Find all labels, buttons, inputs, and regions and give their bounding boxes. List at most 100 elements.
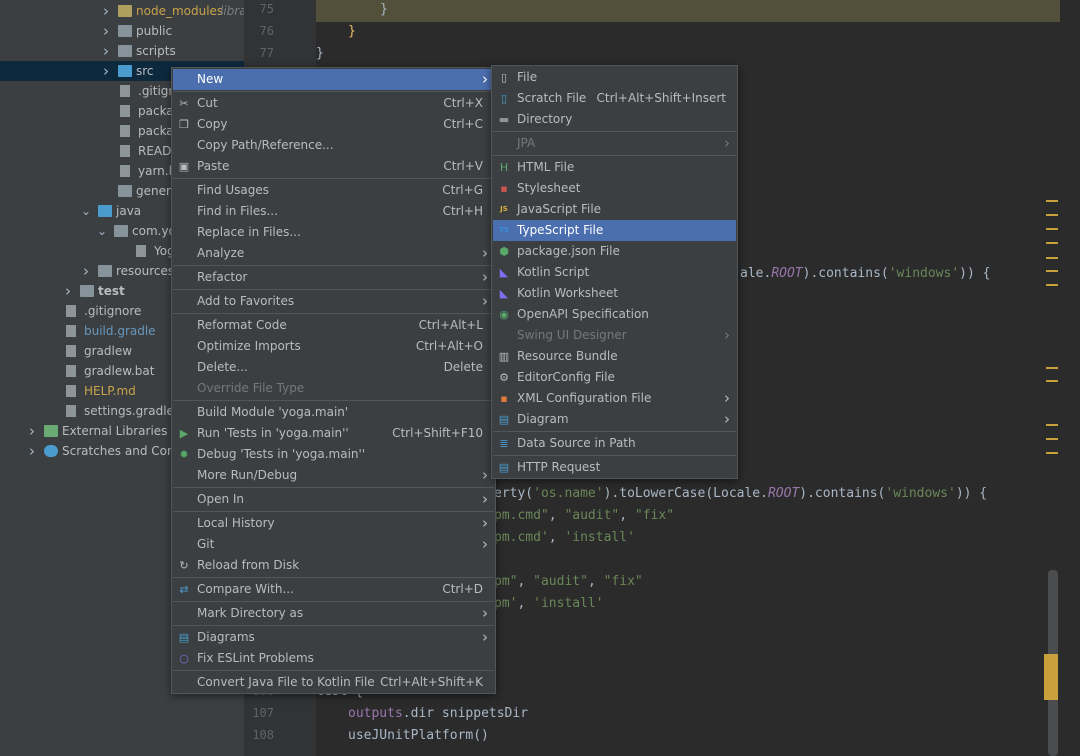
code-token: pm.cmd" — [494, 508, 549, 523]
context-menu-item-convert-java-file-to-kotlin-file[interactable]: Convert Java File to Kotlin File Ctrl+Alt… — [173, 672, 494, 693]
code-token: "fix" — [603, 574, 643, 589]
scroll-marker[interactable] — [1046, 452, 1058, 454]
context-menu-item-git[interactable]: Git › — [173, 534, 494, 555]
scroll-marker[interactable] — [1046, 257, 1058, 259]
context-menu-item-find-in-files[interactable]: Find in Files... Ctrl+H — [173, 201, 494, 222]
context-menu-item-compare-with[interactable]: ⇄ Compare With... Ctrl+D — [173, 579, 494, 600]
folder-icon — [118, 25, 132, 37]
tree-item-label: node_modules — [136, 4, 224, 18]
menu-item-label: Diagram — [517, 412, 569, 426]
new-submenu-item-typescript-file[interactable]: TS TypeScript File — [493, 220, 736, 241]
scroll-marker[interactable] — [1046, 284, 1058, 286]
new-submenu-item-editorconfig-file[interactable]: ⚙ EditorConfig File — [493, 367, 736, 388]
chevron-right-icon[interactable]: › — [62, 281, 74, 301]
context-menu-item-add-to-favorites[interactable]: Add to Favorites › — [173, 291, 494, 312]
chevron-down-icon[interactable]: ⌄ — [96, 221, 108, 241]
chevron-right-icon[interactable]: › — [100, 21, 112, 41]
submenu-arrow-icon: › — [724, 134, 730, 152]
scratches-icon — [44, 445, 58, 457]
context-menu-item-diagrams[interactable]: ▤ Diagrams › — [173, 627, 494, 648]
chevron-right-icon[interactable]: › — [26, 421, 38, 441]
chevron-right-icon[interactable]: › — [100, 41, 112, 61]
context-menu-item-copy-path-reference[interactable]: Copy Path/Reference... — [173, 135, 494, 156]
context-menu-item-replace-in-files[interactable]: Replace in Files... — [173, 222, 494, 243]
context-menu-item-copy[interactable]: ❐ Copy Ctrl+C — [173, 114, 494, 135]
new-submenu-item-kotlin-script[interactable]: ◣ Kotlin Script — [493, 262, 736, 283]
scroll-marker[interactable] — [1046, 438, 1058, 440]
scroll-marker[interactable] — [1046, 228, 1058, 230]
context-menu-item-fix-eslint-problems[interactable]: ○ Fix ESLint Problems — [173, 648, 494, 669]
menu-item-label: OpenAPI Specification — [517, 307, 649, 321]
new-submenu-item-data-source-in-path[interactable]: ≣ Data Source in Path — [493, 433, 736, 454]
menu-separator — [173, 577, 494, 578]
new-submenu-item-openapi-specification[interactable]: ◉ OpenAPI Specification — [493, 304, 736, 325]
context-menu-item-paste[interactable]: ▣ Paste Ctrl+V — [173, 156, 494, 177]
html-file-icon: H — [499, 161, 509, 174]
chevron-right-icon[interactable]: › — [100, 61, 112, 81]
chevron-right-icon[interactable]: › — [26, 441, 38, 461]
menu-item-shortcut: Ctrl+Alt+Shift+K — [380, 675, 483, 689]
menu-item-shortcut: Ctrl+G — [442, 183, 483, 197]
new-submenu-item-xml-configuration-file[interactable]: ▪ XML Configuration File › — [493, 388, 736, 409]
context-menu-item-cut[interactable]: ✂ Cut Ctrl+X — [173, 93, 494, 114]
folder-icon — [118, 185, 132, 197]
context-menu-item-local-history[interactable]: Local History › — [173, 513, 494, 534]
reload-icon: ↻ — [179, 559, 189, 572]
new-submenu-item-stylesheet[interactable]: ▪ Stylesheet — [493, 178, 736, 199]
file-icon — [66, 405, 76, 417]
new-submenu-item-http-request[interactable]: ▤ HTTP Request — [493, 457, 736, 478]
chevron-right-icon[interactable]: › — [80, 261, 92, 281]
scroll-marker[interactable] — [1046, 242, 1058, 244]
code-token: 'windows' — [885, 486, 956, 501]
new-submenu-item-diagram[interactable]: ▤ Diagram › — [493, 409, 736, 430]
menu-separator — [173, 400, 494, 401]
context-menu-item-mark-directory-as[interactable]: Mark Directory as › — [173, 603, 494, 624]
menu-item-shortcut: Ctrl+V — [443, 159, 483, 173]
new-submenu-item-file[interactable]: ▯ File — [493, 67, 736, 88]
context-menu-item-new[interactable]: New › — [173, 69, 494, 90]
scroll-marker[interactable] — [1046, 367, 1058, 369]
context-menu-item-optimize-imports[interactable]: Optimize Imports Ctrl+Alt+O — [173, 336, 494, 357]
context-menu-item-analyze[interactable]: Analyze › — [173, 243, 494, 264]
chevron-right-icon[interactable]: › — [100, 1, 112, 21]
tree-item-label: Scratches and Cons — [62, 444, 181, 458]
submenu-arrow-icon: › — [482, 514, 488, 532]
scroll-marker[interactable] — [1046, 380, 1058, 382]
menu-item-label: Replace in Files... — [197, 225, 301, 239]
context-menu-item-refactor[interactable]: Refactor › — [173, 267, 494, 288]
new-submenu-item-package-json-file[interactable]: ⬢ package.json File — [493, 241, 736, 262]
context-menu-item-open-in[interactable]: Open In › — [173, 489, 494, 510]
menu-item-label: Convert Java File to Kotlin File — [197, 675, 375, 689]
new-submenu-item-directory[interactable]: ▬ Directory — [493, 109, 736, 130]
context-menu-item-reformat-code[interactable]: Reformat Code Ctrl+Alt+L — [173, 315, 494, 336]
tree-item[interactable]: › node_moduleslibrary root — [0, 1, 244, 21]
scroll-marker[interactable] — [1046, 270, 1058, 272]
new-submenu-item-html-file[interactable]: H HTML File — [493, 157, 736, 178]
context-menu-item-debug-tests-in-yoga-main[interactable]: ✹ Debug 'Tests in 'yoga.main'' — [173, 444, 494, 465]
scroll-marker[interactable] — [1046, 200, 1058, 202]
scroll-marker[interactable] — [1044, 654, 1058, 700]
context-menu-item-delete[interactable]: Delete... Delete — [173, 357, 494, 378]
excluded-folder-icon — [118, 5, 132, 17]
scroll-marker[interactable] — [1046, 424, 1058, 426]
menu-separator — [173, 313, 494, 314]
context-menu-item-build-module-yoga-main[interactable]: Build Module 'yoga.main' — [173, 402, 494, 423]
scroll-marker[interactable] — [1046, 214, 1058, 216]
new-submenu-item-javascript-file[interactable]: JS JavaScript File — [493, 199, 736, 220]
context-menu-item-reload-from-disk[interactable]: ↻ Reload from Disk — [173, 555, 494, 576]
menu-item-shortcut: Ctrl+Alt+Shift+Insert — [596, 91, 726, 105]
code-token: ROOT — [767, 486, 800, 501]
tree-item[interactable]: › scripts — [0, 41, 244, 61]
context-menu-item-find-usages[interactable]: Find Usages Ctrl+G — [173, 180, 494, 201]
context-menu-item-run-tests-in-yoga-main[interactable]: ▶ Run 'Tests in 'yoga.main'' Ctrl+Shift+F1… — [173, 423, 494, 444]
tree-item-label: public — [136, 24, 173, 38]
xml-file-icon: ▪ — [500, 392, 508, 405]
code-token: 'install' — [533, 596, 604, 611]
chevron-down-icon[interactable]: ⌄ — [80, 201, 92, 221]
context-menu-item-more-run-debug[interactable]: More Run/Debug › — [173, 465, 494, 486]
new-submenu-item-kotlin-worksheet[interactable]: ◣ Kotlin Worksheet — [493, 283, 736, 304]
tree-item[interactable]: › public — [0, 21, 244, 41]
new-submenu-item-resource-bundle[interactable]: ▥ Resource Bundle — [493, 346, 736, 367]
code-line-npm-audit: pm", "audit", "fix" — [494, 574, 643, 589]
new-submenu-item-scratch-file[interactable]: ▯ Scratch File Ctrl+Alt+Shift+Insert — [493, 88, 736, 109]
